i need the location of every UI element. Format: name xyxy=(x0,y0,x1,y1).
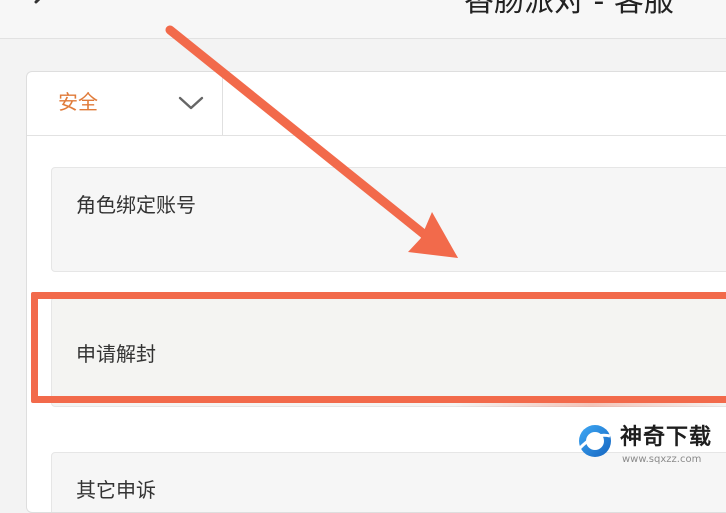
option-other-appeal[interactable]: 其它申诉 xyxy=(51,452,726,512)
chevron-down-icon xyxy=(178,96,204,110)
top-bar: 香肠派对 - 客服 xyxy=(0,0,726,39)
option-label: 角色绑定账号 xyxy=(76,193,196,217)
category-dropdown[interactable]: 安全 xyxy=(27,72,223,135)
back-icon[interactable] xyxy=(28,0,58,18)
category-selected-label: 安全 xyxy=(58,90,98,114)
option-request-unban[interactable]: 申请解封 xyxy=(51,297,726,407)
option-bind-account[interactable]: 角色绑定账号 xyxy=(51,167,726,272)
option-label: 申请解封 xyxy=(76,342,156,366)
option-label: 其它申诉 xyxy=(76,478,156,502)
category-bar: 安全 xyxy=(27,72,726,136)
support-panel: 安全 角色绑定账号 申请解封 其它申诉 xyxy=(26,71,726,513)
page-title: 香肠派对 - 客服 xyxy=(464,0,674,19)
